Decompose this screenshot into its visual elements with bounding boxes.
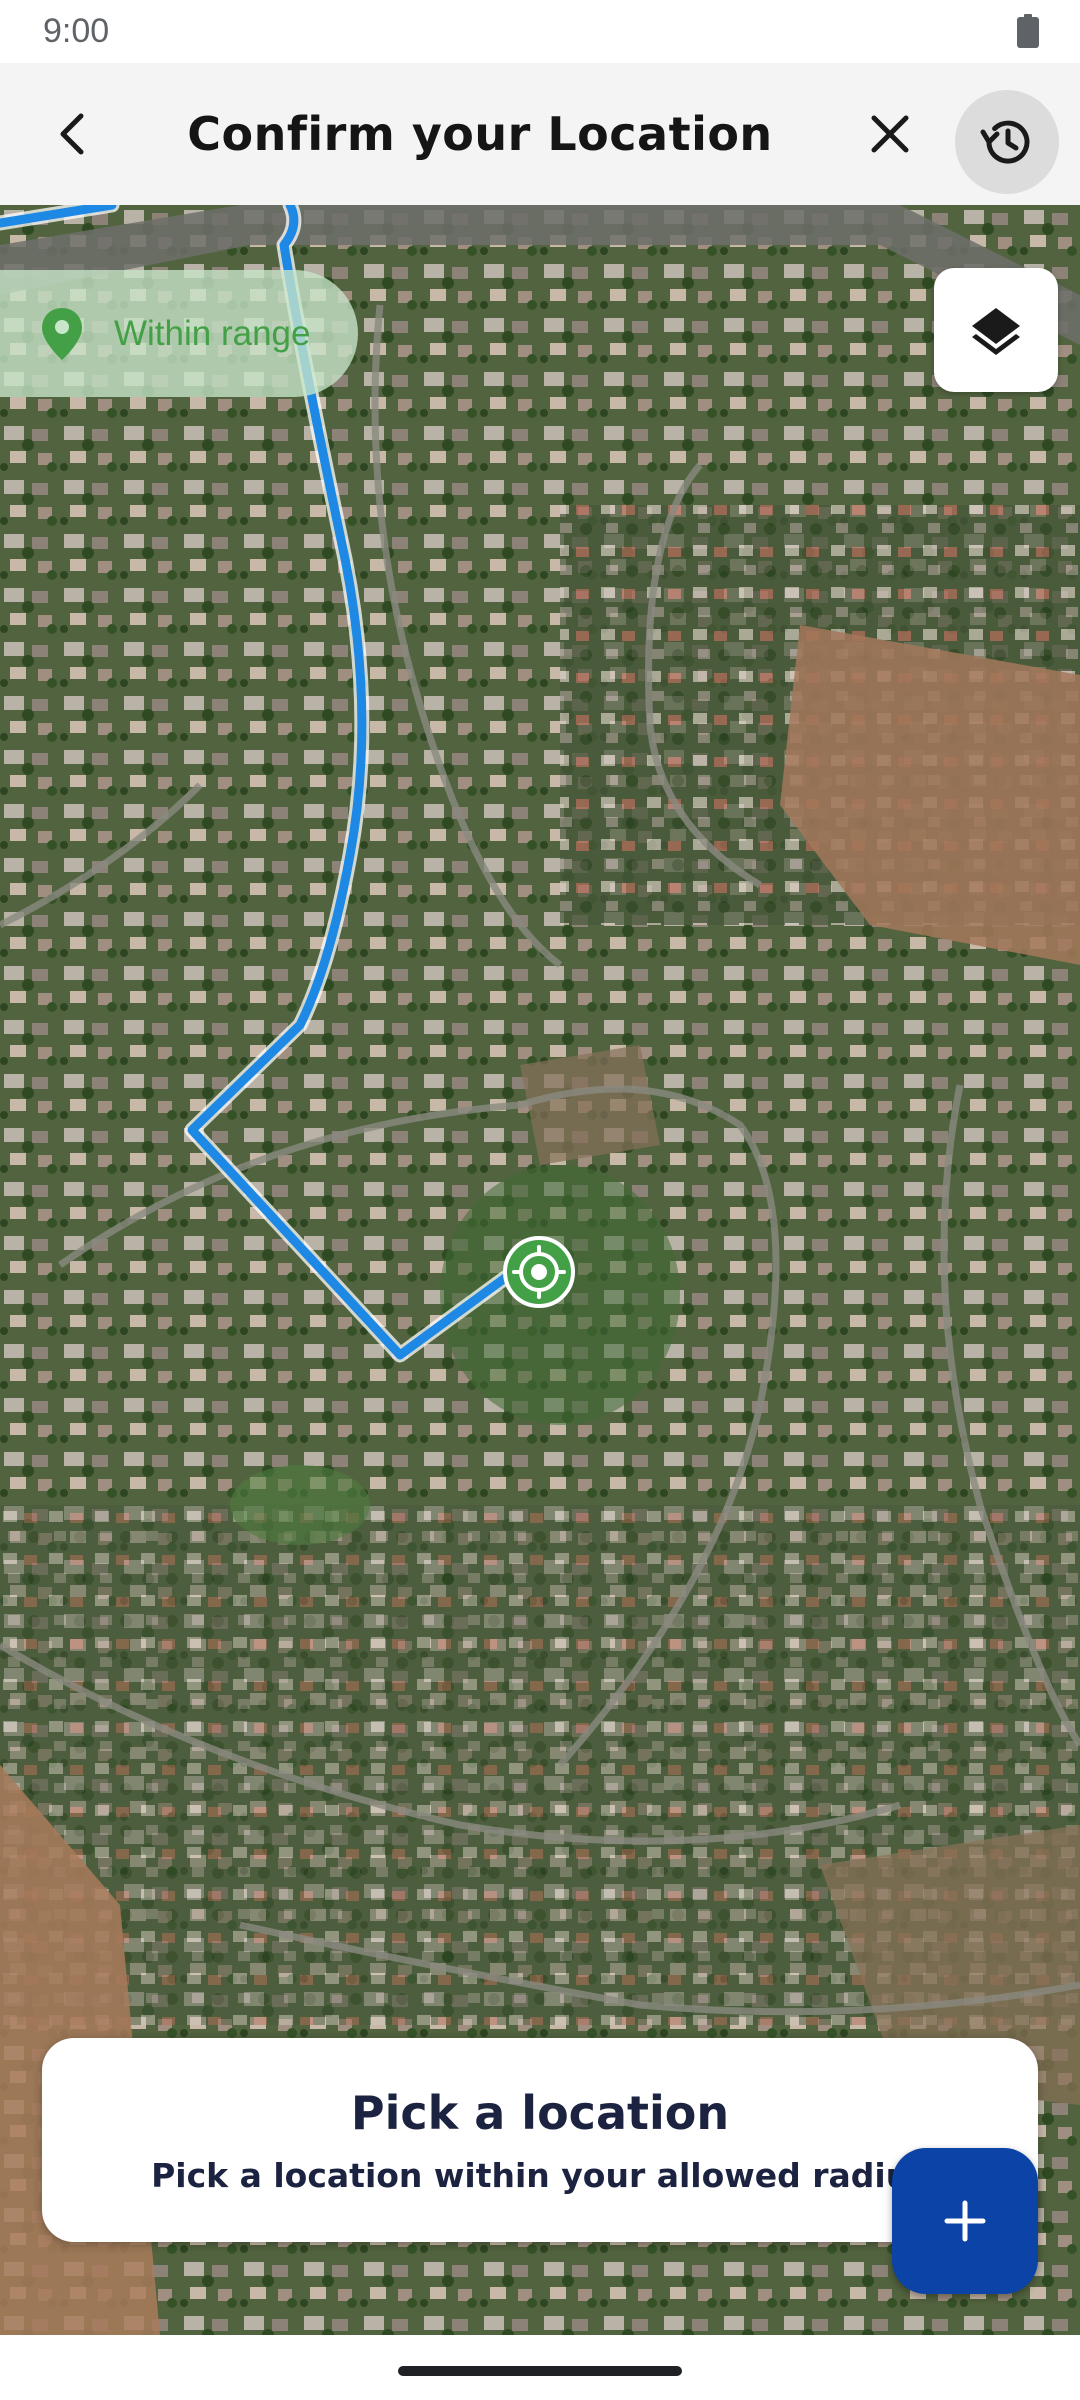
gesture-handle[interactable] (398, 2366, 682, 2376)
info-card: Pick a location Pick a location within y… (42, 2038, 1038, 2242)
map-layers-button[interactable] (934, 268, 1058, 392)
chevron-left-icon (60, 113, 84, 155)
close-icon (871, 115, 909, 153)
layers-icon (972, 308, 1020, 355)
target-location-icon[interactable] (502, 1235, 576, 1309)
history-icon (980, 120, 1030, 164)
battery-full-icon (1017, 14, 1039, 48)
page-title: Confirm your Location (187, 107, 773, 161)
range-status-label: Within range (114, 313, 311, 353)
history-button[interactable] (955, 90, 1059, 194)
add-location-button[interactable] (892, 2148, 1038, 2294)
location-pin-icon (42, 307, 82, 360)
status-bar: 9:00 (0, 0, 1080, 63)
satellite-map[interactable]: Within range (0, 205, 1080, 2335)
app-screen: 9:00 Confirm your Location Within range … (0, 0, 1080, 2400)
card-title: Pick a location (350, 2086, 730, 2140)
plus-icon (944, 2200, 986, 2242)
app-header: Confirm your Location (0, 63, 1080, 205)
back-button[interactable] (40, 101, 106, 167)
card-subtitle: Pick a location within your allowed radi… (151, 2156, 929, 2195)
status-time: 9:00 (43, 12, 110, 50)
range-status-chip: Within range (0, 270, 358, 397)
close-button[interactable] (854, 101, 926, 167)
navigation-bar (0, 2335, 1080, 2400)
